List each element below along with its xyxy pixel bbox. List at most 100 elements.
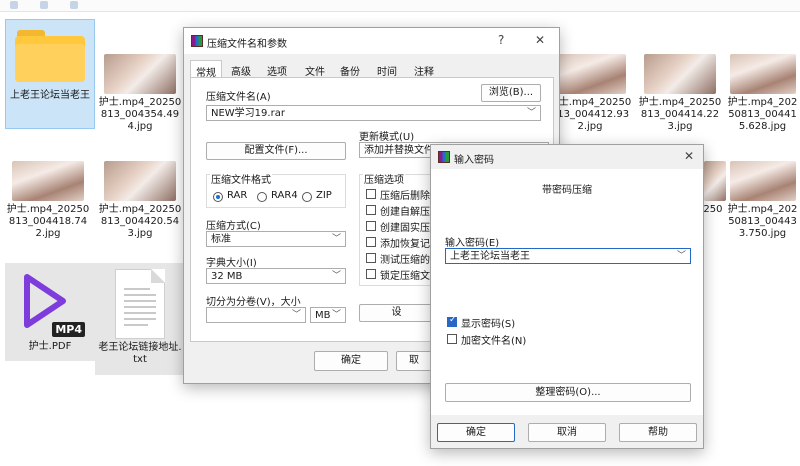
image-thumbnail xyxy=(704,161,726,201)
file-tile-label: 护士.mp4_20250813_004433.750.jpg xyxy=(727,204,798,239)
dialog-title: 输入密码 xyxy=(454,155,494,166)
option-checkbox[interactable] xyxy=(366,237,376,247)
archive-name-input[interactable]: NEW学习19.rar ﹀ xyxy=(206,105,541,121)
format-rar-radio[interactable] xyxy=(213,192,223,202)
browse-button[interactable]: 浏览(B)... xyxy=(481,84,541,102)
file-tile-txt[interactable]: 老王论坛链接地址.txt xyxy=(95,263,185,375)
file-tile-label: 护士.mp4_20250813_004418.742.jpg xyxy=(6,204,90,239)
option-checkbox[interactable] xyxy=(366,221,376,231)
set-password-button[interactable]: 设 xyxy=(359,304,434,322)
winrar-icon xyxy=(438,151,450,163)
archive-format-group: 压缩文件格式 RAR RAR4 ZIP xyxy=(206,171,346,208)
image-thumbnail xyxy=(729,54,796,94)
option-checkbox[interactable] xyxy=(366,269,376,279)
file-tile-image[interactable]: 护士.mp4_20250813_004418.742.jpg xyxy=(3,157,93,240)
archive-format-label: 压缩文件格式 xyxy=(210,171,272,186)
password-input[interactable]: 上老王论坛当老王 ﹀ xyxy=(445,248,691,264)
file-tile-label: 护士.mp4_20250813 xyxy=(704,204,723,215)
image-thumbnail xyxy=(104,54,176,94)
cancel-button[interactable]: 取消 xyxy=(528,423,606,442)
help-button[interactable]: 帮助 xyxy=(619,423,697,442)
file-tile-label: 护士.mp4_20250813_004420.543.jpg xyxy=(98,204,182,239)
option-checkbox[interactable] xyxy=(366,253,376,263)
password-dialog-body: 带密码压缩 输入密码(E) 上老王论坛当老王﹀ 显示密码(S) 加密文件名(N)… xyxy=(431,169,703,415)
tab-backup[interactable]: 备份 xyxy=(340,63,360,78)
pdf-video-icon: MP4 xyxy=(13,269,87,341)
file-tile-image[interactable]: 护士.mp4_20250813_004433.750.jpg xyxy=(725,157,800,240)
option-checkbox[interactable] xyxy=(366,189,376,199)
cancel-button[interactable]: 取 xyxy=(396,351,432,371)
file-tile-label: 护士.mp4_20250813_004415.628.jpg xyxy=(727,97,798,132)
winrar-icon xyxy=(191,35,203,47)
file-tile-image[interactable]: 护士.mp4_20250813_004354.494.jpg xyxy=(95,50,185,133)
file-tile-image[interactable]: 护士.mp4_20250813_004420.543.jpg xyxy=(95,157,185,240)
file-tile-label: 护士.mp4_20250813_004414.223.jpg xyxy=(638,97,722,132)
tab-files[interactable]: 文件 xyxy=(305,63,325,78)
show-password-checkbox[interactable] xyxy=(447,315,457,327)
chevron-down-icon[interactable]: ﹀ xyxy=(332,233,341,246)
file-tile-image[interactable]: 护士.mp4_20250813_004414.223.jpg xyxy=(635,50,725,133)
mp4-badge: MP4 xyxy=(52,322,85,337)
tab-options[interactable]: 选项 xyxy=(267,63,287,78)
chevron-down-icon[interactable]: ﹀ xyxy=(677,250,686,263)
file-tile-label: 老王论坛链接地址.txt xyxy=(98,342,182,365)
compression-method-label: 压缩方式(C) xyxy=(206,221,261,232)
file-tile-pdf[interactable]: MP4 护士.PDF xyxy=(5,263,95,361)
format-zip-radio[interactable] xyxy=(302,192,312,202)
archive-options-label: 压缩选项 xyxy=(363,171,405,186)
format-rar-label: RAR xyxy=(227,190,248,201)
toolbar-icon[interactable] xyxy=(40,1,48,9)
split-volumes-label: 切分为分卷(V)，大小 xyxy=(206,297,301,308)
password-dialog-subtitle: 带密码压缩 xyxy=(542,185,592,196)
folder-icon xyxy=(15,30,85,82)
explorer-toolbar-strip xyxy=(0,0,800,12)
image-thumbnail xyxy=(554,54,626,94)
image-thumbnail xyxy=(644,54,716,94)
close-icon[interactable]: ✕ xyxy=(535,33,545,47)
dictionary-size-select[interactable]: 32 MB ﹀ xyxy=(206,268,346,284)
archive-name-label: 压缩文件名(A) xyxy=(206,92,271,103)
image-thumbnail xyxy=(12,161,84,201)
help-icon[interactable]: ? xyxy=(498,33,504,47)
dictionary-size-label: 字典大小(I) xyxy=(206,258,257,269)
image-thumbnail xyxy=(729,161,796,201)
format-zip-label: ZIP xyxy=(316,190,332,201)
format-rar4-radio[interactable] xyxy=(257,192,267,202)
file-tile-label: 护士.PDF xyxy=(28,341,72,352)
split-volume-size-input[interactable]: ﹀ xyxy=(206,307,306,323)
file-tile-folder[interactable]: 上老王论坛当老王 xyxy=(5,19,95,129)
chevron-down-icon[interactable]: ﹀ xyxy=(292,309,301,322)
close-icon[interactable]: ✕ xyxy=(684,149,694,163)
option-checkbox[interactable] xyxy=(366,205,376,215)
ok-button[interactable]: 确定 xyxy=(314,351,388,371)
encrypt-filenames-checkbox[interactable] xyxy=(447,334,457,344)
tab-advanced[interactable]: 高级 xyxy=(231,63,251,78)
text-file-icon xyxy=(115,269,165,339)
file-tile-image[interactable]: 护士.mp4_20250813_004415.628.jpg xyxy=(725,50,800,133)
ok-button[interactable]: 确定 xyxy=(437,423,515,442)
file-tile-label: 护士.mp4_20250813_004354.494.jpg xyxy=(98,97,182,132)
dialog-titlebar[interactable]: 输入密码 ✕ xyxy=(431,145,703,169)
update-mode-label: 更新模式(U) xyxy=(359,132,415,143)
password-dialog-footer: 确定 取消 帮助 xyxy=(431,415,703,448)
compression-method-select[interactable]: 标准 ﹀ xyxy=(206,231,346,247)
enter-password-label: 输入密码(E) xyxy=(445,238,500,249)
chevron-down-icon[interactable]: ﹀ xyxy=(332,309,341,322)
enter-password-dialog: 输入密码 ✕ 带密码压缩 输入密码(E) 上老王论坛当老王﹀ 显示密码(S) 加… xyxy=(430,144,704,449)
chevron-down-icon[interactable]: ﹀ xyxy=(527,107,536,120)
encrypt-filenames-label: 加密文件名(N) xyxy=(461,336,527,347)
organize-passwords-button[interactable]: 整理密码(O)... xyxy=(445,383,691,402)
image-thumbnail xyxy=(104,161,176,201)
profiles-button[interactable]: 配置文件(F)... xyxy=(206,142,346,160)
file-tile-label: 上老王论坛当老王 xyxy=(10,90,90,101)
format-rar4-label: RAR4 xyxy=(271,190,298,201)
toolbar-icon[interactable] xyxy=(10,1,18,9)
show-password-label: 显示密码(S) xyxy=(461,319,516,330)
split-unit-select[interactable]: MB ﹀ xyxy=(310,307,346,323)
toolbar-icon[interactable] xyxy=(70,1,78,9)
tab-comment[interactable]: 注释 xyxy=(414,63,434,78)
chevron-down-icon[interactable]: ﹀ xyxy=(332,270,341,283)
tab-time[interactable]: 时间 xyxy=(377,63,397,78)
dialog-titlebar[interactable]: 压缩文件名和参数 ? ✕ xyxy=(184,28,559,54)
file-tile-image[interactable]: 护士.mp4_20250813 xyxy=(704,157,726,228)
